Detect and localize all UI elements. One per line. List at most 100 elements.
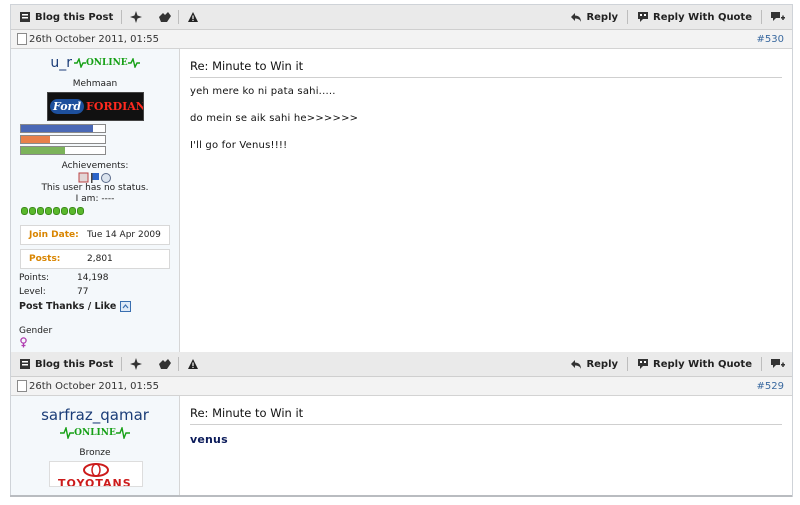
banner-text: TOYOTANS xyxy=(58,477,132,487)
user-rank: Mehmaan xyxy=(72,79,118,89)
posts-label: Posts: xyxy=(29,254,61,264)
reply-label: Reply xyxy=(586,358,619,370)
reply-with-quote-button[interactable]: Reply With Quote xyxy=(628,352,761,376)
post-header: 26th October 2011, 01:55 #529 xyxy=(11,377,792,396)
blog-this-post-button[interactable]: Blog this Post xyxy=(11,5,121,29)
user-info-panel: u_r ONLINE Mehmaan Ford FORDIANS Achieve… xyxy=(11,49,180,352)
warning-icon xyxy=(187,358,199,370)
online-text: ONLINE xyxy=(85,58,128,68)
post-toolbar: Blog this Post Reply Reply With Quote xyxy=(11,5,792,30)
user-status: This user has no status. xyxy=(41,183,149,193)
reply-button[interactable]: Reply xyxy=(561,352,627,376)
post-message-line: I'll go for Venus!!!! xyxy=(190,140,288,151)
post-number-link[interactable]: #530 xyxy=(757,34,784,45)
achievement-icon xyxy=(101,173,111,183)
thanks-button[interactable] xyxy=(150,5,178,29)
post-title: Re: Minute to Win it xyxy=(190,57,782,78)
post-content: Re: Minute to Win it venus xyxy=(180,396,792,496)
expand-icon[interactable] xyxy=(120,301,132,312)
post-header: 26th October 2011, 01:55 #530 xyxy=(11,30,792,49)
username-link[interactable]: sarfraz_qamar xyxy=(11,396,179,424)
points-value: 14,198 xyxy=(77,273,109,283)
reply-with-quote-label: Reply With Quote xyxy=(653,358,752,370)
quote-icon xyxy=(637,358,649,370)
bottom-border xyxy=(10,495,792,497)
points-label: Points: xyxy=(19,273,50,283)
thanks-icon xyxy=(158,11,172,23)
star-icon xyxy=(130,11,143,23)
username-link[interactable]: u_r xyxy=(50,55,72,71)
post-icon xyxy=(17,33,27,45)
user-bar-3 xyxy=(20,146,106,155)
online-status: ONLINE xyxy=(11,427,179,442)
star-button[interactable] xyxy=(122,352,150,376)
post-number-link[interactable]: #529 xyxy=(757,381,784,392)
reputation-dot xyxy=(53,207,60,215)
user-info-panel: sarfraz_qamar ONLINE Bronze TOYOTANS xyxy=(11,396,180,496)
blog-this-post-button[interactable]: Blog this Post xyxy=(11,352,121,376)
reply-with-quote-button[interactable]: Reply With Quote xyxy=(628,5,761,29)
reply-with-quote-label: Reply With Quote xyxy=(653,11,752,23)
report-button[interactable] xyxy=(179,5,207,29)
level-row: Level: 77 xyxy=(11,285,179,299)
reputation-dot xyxy=(69,207,76,215)
multiquote-button[interactable] xyxy=(762,5,792,29)
reputation-dot xyxy=(21,207,28,215)
level-label: Level: xyxy=(19,287,46,297)
ford-logo: Ford xyxy=(50,99,85,114)
reputation-dot xyxy=(77,207,84,215)
user-iam: I am: ---- xyxy=(75,194,115,204)
online-status: ONLINE xyxy=(73,58,140,68)
post-message-line: venus xyxy=(190,433,228,446)
multiquote-button[interactable] xyxy=(762,352,792,376)
blog-icon xyxy=(19,358,31,370)
post-toolbar: Blog this Post Reply Reply With Quote xyxy=(11,352,792,377)
bar-fill-blue xyxy=(21,125,94,132)
forum-frame: Blog this Post Reply Reply With Quote 26… xyxy=(10,4,793,497)
reply-label: Reply xyxy=(586,11,619,23)
blog-icon xyxy=(19,11,31,23)
post-date: 26th October 2011, 01:55 xyxy=(29,380,159,392)
post-message-line: yeh mere ko ni pata sahi..... xyxy=(190,86,336,97)
report-button[interactable] xyxy=(179,352,207,376)
blog-this-post-label: Blog this Post xyxy=(35,11,114,23)
post-title: Re: Minute to Win it xyxy=(190,404,782,425)
join-date-value: Tue 14 Apr 2009 xyxy=(87,230,161,240)
post-thanks-label: Post Thanks / Like xyxy=(19,301,117,312)
heartbeat-icon xyxy=(73,58,86,68)
reputation-dot xyxy=(29,207,36,215)
female-gender-icon xyxy=(11,337,179,351)
bar-fill-green xyxy=(21,147,65,154)
user-rank: Bronze xyxy=(79,448,111,458)
post-body: sarfraz_qamar ONLINE Bronze TOYOTANS Re:… xyxy=(11,396,792,496)
reputation-dot xyxy=(45,207,52,215)
join-date-label: Join Date: xyxy=(29,230,79,240)
points-row: Points: 14,198 xyxy=(11,271,179,285)
star-button[interactable] xyxy=(122,5,150,29)
post-icon xyxy=(17,380,27,392)
heartbeat-icon xyxy=(60,427,75,439)
username-row: u_r ONLINE xyxy=(11,49,179,71)
reply-icon xyxy=(570,11,582,23)
bar-fill-orange xyxy=(21,136,51,143)
user-banner: Ford FORDIANS xyxy=(47,92,144,121)
thanks-button[interactable] xyxy=(150,352,178,376)
reply-icon xyxy=(570,358,582,370)
user-banner: TOYOTANS xyxy=(49,461,143,487)
post-content: Re: Minute to Win it yeh mere ko ni pata… xyxy=(180,49,792,352)
reply-button[interactable]: Reply xyxy=(561,5,627,29)
post-date: 26th October 2011, 01:55 xyxy=(29,33,159,45)
quote-icon xyxy=(637,11,649,23)
achievement-icon xyxy=(91,173,93,183)
heartbeat-icon xyxy=(115,427,130,439)
multiquote-icon xyxy=(771,11,785,23)
join-date-box: Join Date: Tue 14 Apr 2009 xyxy=(20,225,170,245)
multiquote-icon xyxy=(771,358,785,370)
achievement-icon xyxy=(78,172,89,183)
achievement-icons xyxy=(11,172,179,183)
warning-icon xyxy=(187,11,199,23)
level-value: 77 xyxy=(77,287,89,297)
post-thanks-row: Post Thanks / Like xyxy=(11,301,179,312)
post-message-line: do mein se aik sahi he>>>>>> xyxy=(190,113,359,124)
thanks-icon xyxy=(158,358,172,370)
